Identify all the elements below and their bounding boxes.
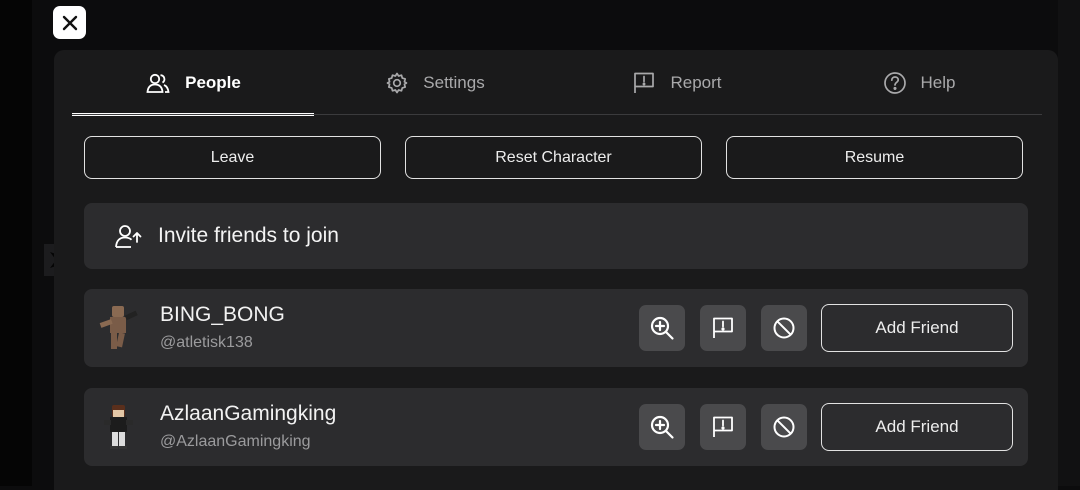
tabs-divider — [72, 114, 1042, 115]
report-player-button[interactable] — [700, 305, 746, 351]
avatar — [98, 402, 140, 452]
tab-settings-label: Settings — [423, 72, 485, 92]
zoom-in-icon — [650, 316, 674, 340]
block-player-button[interactable] — [761, 404, 807, 450]
tab-report[interactable]: Report — [556, 50, 798, 115]
close-icon — [62, 15, 77, 30]
player-row: BING_BONG @atletisk138 Add Friend — [84, 289, 1028, 367]
player-display-name: BING_BONG — [160, 303, 285, 326]
flag-icon — [713, 416, 733, 437]
zoom-in-icon — [650, 415, 674, 439]
tab-bar: People Settings Report Help — [72, 50, 1042, 116]
inspect-button[interactable] — [639, 305, 685, 351]
close-button[interactable] — [53, 6, 86, 39]
invite-friends-label: Invite friends to join — [158, 224, 339, 247]
tab-settings[interactable]: Settings — [314, 50, 556, 115]
gear-icon — [385, 71, 409, 95]
tab-people-label: People — [185, 72, 241, 92]
block-player-button[interactable] — [761, 305, 807, 351]
tab-help[interactable]: Help — [798, 50, 1040, 115]
avatar — [98, 303, 140, 353]
menu-panel: People Settings Report Help Leave Reset … — [54, 50, 1058, 490]
player-username: @atletisk138 — [160, 334, 253, 351]
tab-report-label: Report — [670, 72, 722, 92]
invite-friends-button[interactable]: Invite friends to join — [84, 203, 1028, 269]
add-friend-button[interactable]: Add Friend — [821, 403, 1013, 451]
player-username: @AzlaanGamingking — [160, 433, 311, 450]
block-icon — [773, 317, 795, 339]
reset-character-button[interactable]: Reset Character — [405, 136, 702, 179]
flag-icon — [632, 71, 656, 95]
flag-icon — [713, 317, 733, 338]
background-left-edge — [0, 0, 32, 486]
block-icon — [773, 416, 795, 438]
tab-help-label: Help — [920, 72, 956, 92]
people-icon — [145, 72, 171, 94]
add-friend-button[interactable]: Add Friend — [821, 304, 1013, 352]
player-row: AzlaanGamingking @AzlaanGamingking Add F… — [84, 388, 1028, 466]
leave-button[interactable]: Leave — [84, 136, 381, 179]
background-right-edge — [1058, 0, 1080, 486]
help-icon — [883, 71, 907, 95]
player-display-name: AzlaanGamingking — [160, 402, 337, 425]
invite-friend-icon — [114, 223, 142, 249]
inspect-button[interactable] — [639, 404, 685, 450]
tab-people[interactable]: People — [72, 50, 314, 116]
resume-button[interactable]: Resume — [726, 136, 1023, 179]
report-player-button[interactable] — [700, 404, 746, 450]
